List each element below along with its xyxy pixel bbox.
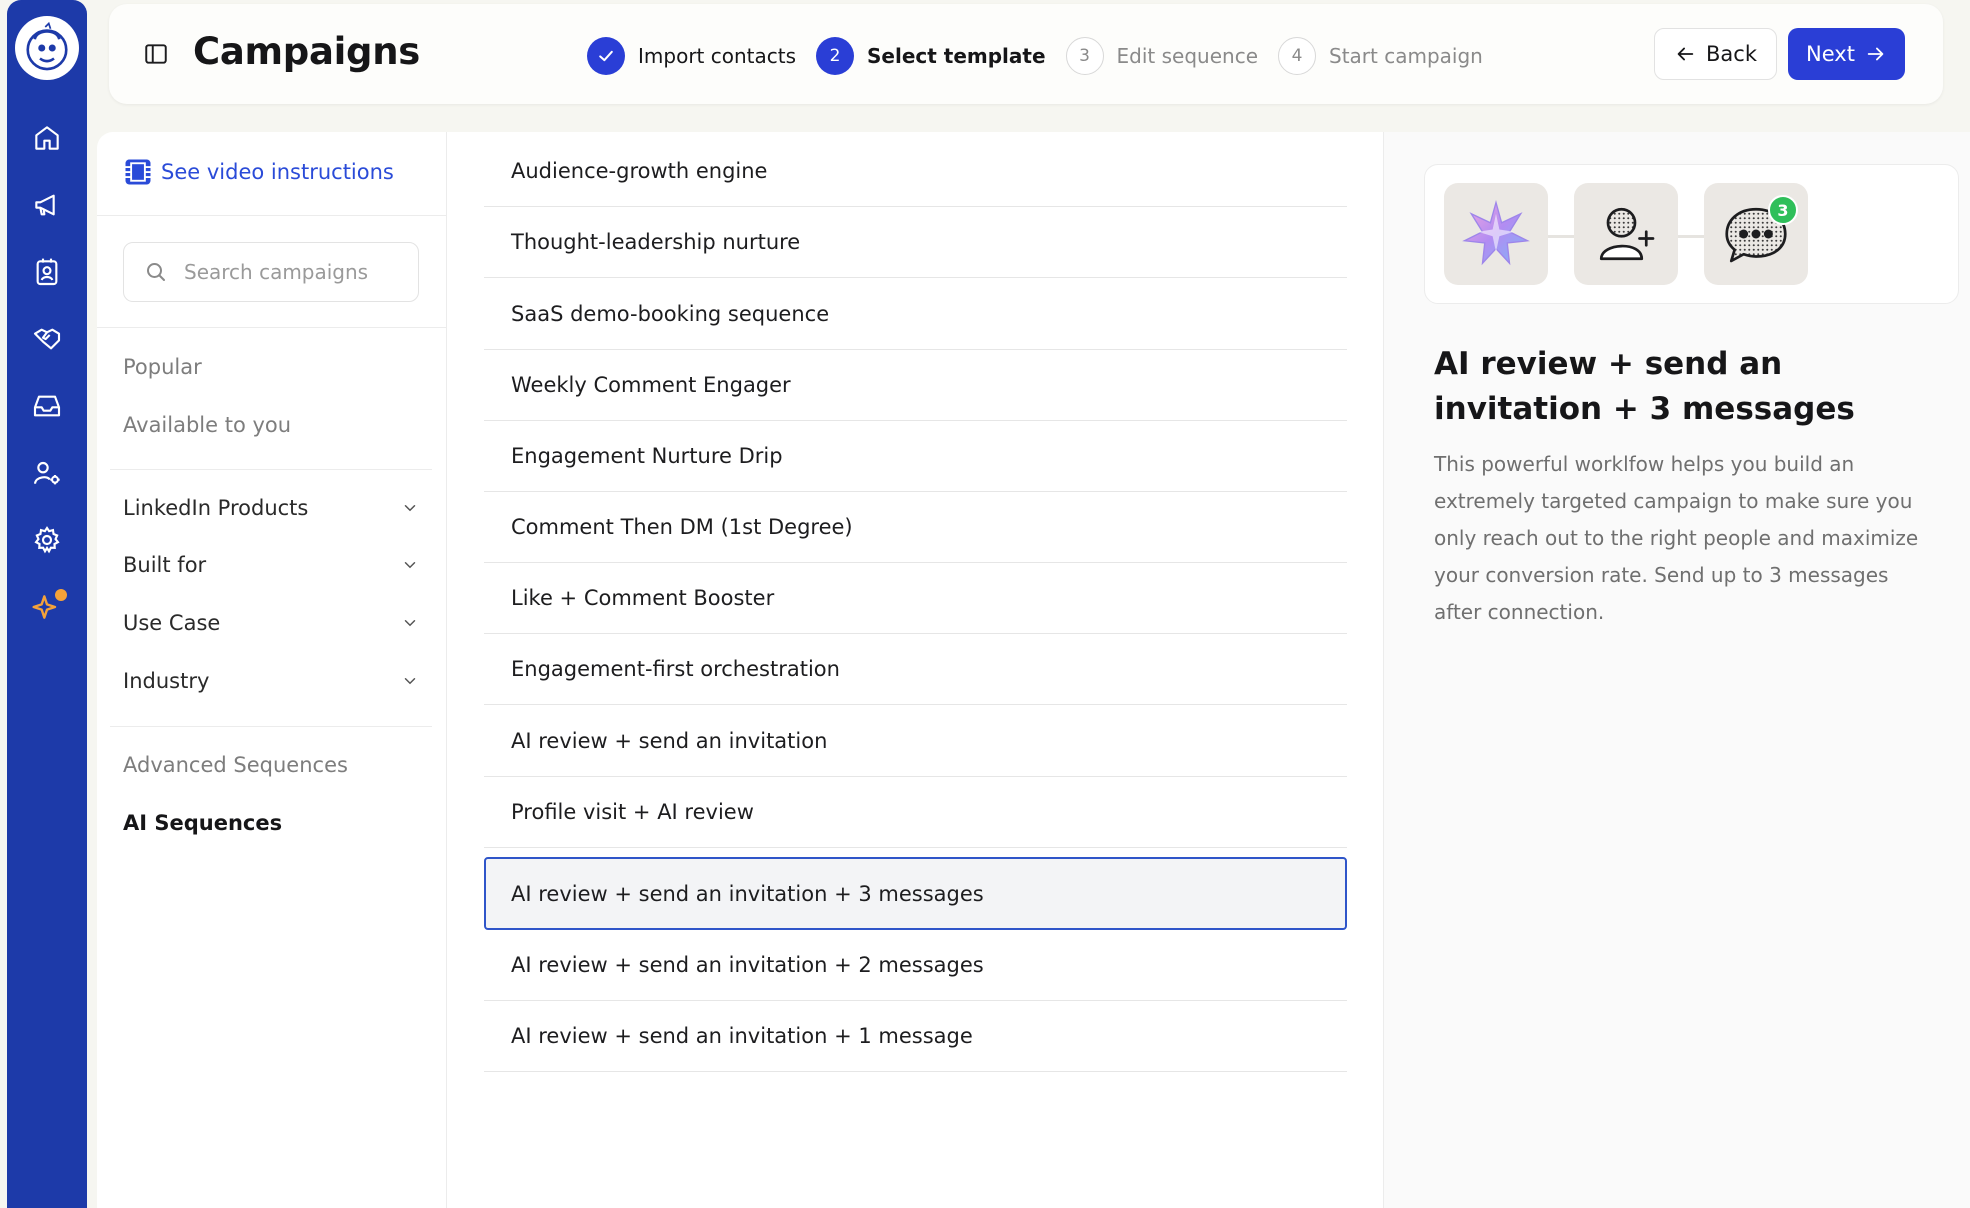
step-label: Import contacts: [638, 44, 796, 68]
template-row[interactable]: SaaS demo-booking sequence: [484, 279, 1347, 350]
megaphone-icon: [35, 194, 55, 216]
notification-dot: [55, 589, 67, 601]
sidebar-toggle-icon[interactable]: [143, 41, 169, 67]
chevron-down-icon: [404, 620, 416, 627]
dropdown-label: Industry: [123, 669, 210, 693]
back-button-label: Back: [1706, 42, 1757, 66]
app-logo[interactable]: [15, 16, 79, 80]
dropdown-linkedin-products[interactable]: LinkedIn Products: [123, 496, 419, 520]
film-icon: [125, 159, 151, 185]
user-settings-icon: [33, 461, 60, 485]
template-row[interactable]: Engagement Nurture Drip: [484, 421, 1347, 492]
arrow-right-icon: [1867, 47, 1884, 61]
dropdown-built-for[interactable]: Built for: [123, 553, 419, 577]
template-detail: 3 AI review + send an invitation + 3 mes…: [1383, 132, 1970, 1208]
nav-campaigns[interactable]: [23, 181, 71, 229]
template-row[interactable]: AI review + send an invitation + 1 messa…: [484, 1001, 1347, 1072]
main-panel: See video instructions Popular Available…: [97, 132, 1970, 1208]
step-number: 4: [1278, 37, 1316, 75]
template-row[interactable]: Thought-leadership nurture: [484, 207, 1347, 278]
handshake-icon: [33, 328, 61, 350]
search-box: [123, 242, 419, 302]
nav-deals[interactable]: [23, 315, 71, 363]
step-number: 3: [1065, 37, 1104, 75]
section-advanced-sequences[interactable]: Advanced Sequences: [123, 753, 348, 777]
step-import-contacts[interactable]: Import contacts: [587, 37, 796, 75]
step-label: Select template: [867, 44, 1046, 68]
step-edit-sequence[interactable]: 3 Edit sequence: [1065, 37, 1258, 75]
nav-inbox[interactable]: [23, 382, 71, 430]
template-row[interactable]: AI review + send an invitation: [484, 706, 1347, 777]
top-header: Campaigns Import contacts 2 Select templ…: [109, 4, 1943, 104]
divider: [97, 327, 447, 328]
divider: [110, 469, 432, 470]
nav-ai[interactable]: [23, 583, 71, 631]
next-button-label: Next: [1806, 42, 1855, 66]
step-number: 2: [816, 37, 854, 75]
template-row[interactable]: Audience-growth engine: [484, 136, 1347, 207]
add-user-icon: [1599, 207, 1655, 261]
mascot-logo-icon: [26, 21, 68, 71]
video-instructions-link[interactable]: See video instructions: [123, 157, 394, 187]
flow-step-ai-review: [1444, 183, 1548, 285]
step-start-campaign[interactable]: 4 Start campaign: [1278, 37, 1483, 75]
step-select-template[interactable]: 2 Select template: [816, 37, 1046, 75]
inbox-icon: [33, 395, 61, 417]
chevron-down-icon: [404, 562, 416, 569]
template-row[interactable]: Like + Comment Booster: [484, 563, 1347, 634]
template-title: AI review + send an invitation + 3 messa…: [1434, 346, 1855, 427]
home-icon: [35, 126, 59, 150]
step-label: Edit sequence: [1116, 44, 1258, 68]
step-label: Start campaign: [1329, 44, 1483, 68]
icon-rail: [7, 0, 87, 1208]
ai-star-icon: [1462, 199, 1530, 266]
template-row[interactable]: Engagement-first orchestration: [484, 634, 1347, 705]
template-row[interactable]: AI review + send an invitation + 2 messa…: [484, 930, 1347, 1001]
template-row[interactable]: Weekly Comment Engager: [484, 350, 1347, 421]
template-row[interactable]: Comment Then DM (1st Degree): [484, 492, 1347, 563]
divider: [110, 726, 432, 727]
message-count-badge: 3: [1768, 195, 1798, 225]
nav-team[interactable]: [23, 449, 71, 497]
template-description: This powerful worklfow helps you build a…: [1434, 452, 1919, 624]
chevron-down-icon: [404, 678, 416, 685]
contact-card-icon: [36, 258, 58, 286]
nav-settings[interactable]: [23, 516, 71, 564]
dropdown-label: Built for: [123, 553, 207, 577]
filter-available[interactable]: Available to you: [123, 413, 291, 437]
divider: [97, 215, 447, 216]
filter-sidebar: See video instructions Popular Available…: [97, 132, 447, 1208]
flow-step-messages: 3: [1704, 183, 1808, 285]
page-title: Campaigns: [193, 30, 420, 73]
next-button[interactable]: Next: [1788, 28, 1905, 80]
chevron-down-icon: [404, 505, 416, 512]
nav-contacts[interactable]: [23, 248, 71, 296]
workflow-preview: 3: [1424, 164, 1959, 304]
gear-icon: [34, 526, 60, 554]
template-row[interactable]: Profile visit + AI review: [484, 777, 1347, 848]
filter-popular[interactable]: Popular: [123, 355, 202, 379]
progress-stepper: Import contacts 2 Select template 3 Edit…: [587, 36, 1503, 76]
nav-home[interactable]: [23, 114, 71, 162]
back-button[interactable]: Back: [1654, 28, 1777, 80]
dropdown-label: LinkedIn Products: [123, 496, 309, 520]
search-icon: [147, 263, 165, 281]
dropdown-use-case[interactable]: Use Case: [123, 611, 419, 635]
arrow-left-icon: [1677, 47, 1694, 61]
template-row-selected[interactable]: AI review + send an invitation + 3 messa…: [484, 857, 1347, 930]
step-1-check-icon: [587, 37, 625, 75]
video-instructions-label: See video instructions: [161, 160, 394, 184]
flow-connector: [1547, 235, 1577, 238]
dropdown-industry[interactable]: Industry: [123, 669, 419, 693]
flow-step-send-invitation: [1574, 183, 1678, 285]
section-ai-sequences[interactable]: AI Sequences: [123, 811, 282, 835]
dropdown-label: Use Case: [123, 611, 221, 635]
search-input[interactable]: [184, 260, 404, 284]
flow-connector: [1677, 235, 1707, 238]
